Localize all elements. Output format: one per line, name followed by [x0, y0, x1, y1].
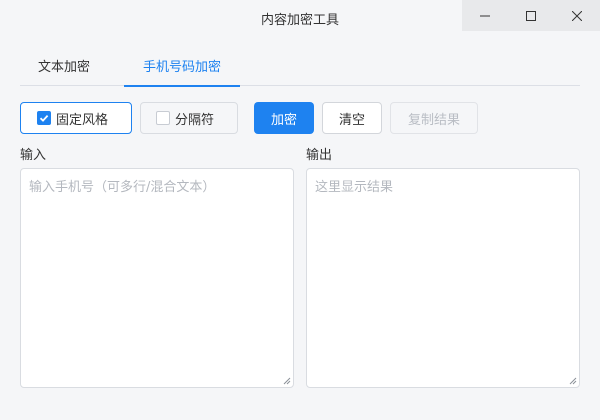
separator-label: 分隔符: [175, 112, 215, 128]
fixed-style-checkbox[interactable]: 固定风格: [20, 102, 132, 134]
separator-checkbox[interactable]: 分隔符: [140, 102, 238, 134]
tab-bar: 文本加密 手机号码加密: [20, 56, 580, 87]
title-bar: 内容加密工具: [0, 0, 600, 34]
input-label: 输入: [20, 148, 47, 163]
minimize-button[interactable]: [462, 0, 508, 31]
maximize-button[interactable]: [508, 0, 554, 31]
fixed-style-label: 固定风格: [56, 112, 109, 128]
checkbox-unchecked-icon: [156, 111, 170, 125]
resize-grip-icon[interactable]: [281, 375, 291, 385]
resize-grip-icon[interactable]: [567, 375, 577, 385]
tab-phone-encrypt[interactable]: 手机号码加密: [124, 56, 240, 87]
tab-text-encrypt[interactable]: 文本加密: [20, 56, 108, 86]
app-window: 内容加密工具 文本加密 手机号码加密 固定风格 分隔符 加密 清空 复制结果 输…: [0, 0, 600, 420]
window-controls: [462, 0, 600, 31]
close-button[interactable]: [554, 0, 600, 31]
checkbox-checked-icon: [37, 111, 51, 125]
clear-button[interactable]: 清空: [322, 102, 382, 134]
maximize-icon: [526, 10, 536, 21]
close-icon: [572, 10, 582, 21]
output-textarea[interactable]: 这里显示结果: [306, 168, 580, 388]
encrypt-button[interactable]: 加密: [254, 102, 314, 134]
minimize-icon: [480, 15, 490, 16]
output-label: 输出: [306, 148, 333, 163]
input-placeholder: 输入手机号（可多行/混合文本）: [29, 180, 216, 195]
copy-result-button[interactable]: 复制结果: [390, 102, 478, 134]
input-textarea[interactable]: 输入手机号（可多行/混合文本）: [20, 168, 294, 388]
output-placeholder: 这里显示结果: [315, 180, 394, 195]
